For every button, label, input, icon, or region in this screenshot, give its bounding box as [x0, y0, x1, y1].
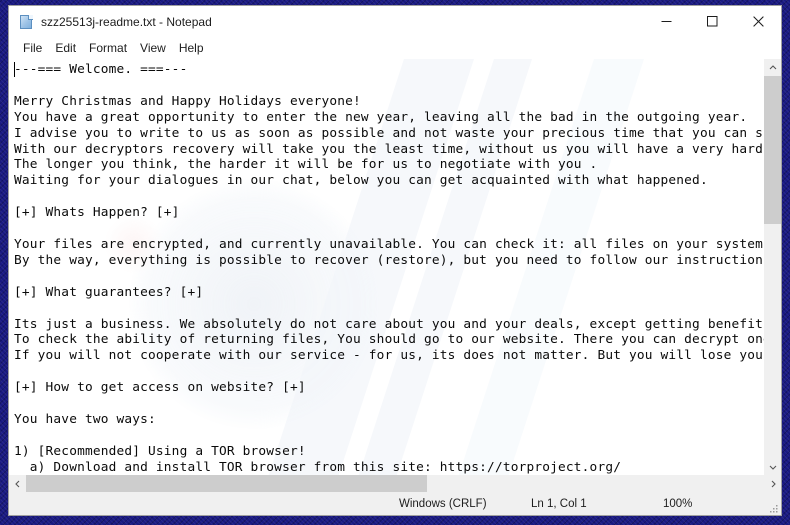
scroll-left-button[interactable]	[9, 475, 26, 492]
close-button[interactable]	[735, 6, 781, 37]
chevron-up-icon	[769, 64, 776, 69]
menu-item-format[interactable]: Format	[83, 39, 134, 57]
maximize-icon	[706, 16, 717, 27]
menu-item-edit[interactable]: Edit	[49, 39, 83, 57]
status-cursor-position: Ln 1, Col 1	[531, 497, 587, 510]
notepad-window: szz25513j-readme.txt - Notepad File Edit…	[8, 5, 782, 516]
text-editor[interactable]: ---=== Welcome. ===--- Merry Christmas a…	[9, 59, 764, 475]
ransom-note-text: ---=== Welcome. ===--- Merry Christmas a…	[14, 62, 764, 475]
chevron-right-icon	[771, 480, 776, 487]
menu-item-file[interactable]: File	[17, 39, 49, 57]
resize-grip-icon[interactable]	[767, 502, 779, 514]
chevron-left-icon	[14, 480, 19, 487]
scroll-up-button[interactable]	[764, 59, 781, 76]
scroll-right-button[interactable]	[764, 475, 781, 492]
title-bar-left: szz25513j-readme.txt - Notepad	[9, 14, 643, 30]
status-bar: Windows (CRLF) Ln 1, Col 1 100%	[9, 492, 781, 515]
menu-item-view[interactable]: View	[134, 39, 173, 57]
window-controls	[643, 6, 781, 37]
vertical-scrollbar[interactable]	[764, 59, 781, 475]
window-title: szz25513j-readme.txt - Notepad	[41, 14, 212, 29]
horizontal-scrollbar[interactable]	[9, 475, 781, 492]
horizontal-scroll-thumb[interactable]	[26, 475, 427, 492]
scroll-down-button[interactable]	[764, 458, 781, 475]
maximize-button[interactable]	[689, 6, 735, 37]
editor-area: ---=== Welcome. ===--- Merry Christmas a…	[9, 59, 781, 475]
vertical-scroll-thumb[interactable]	[764, 76, 781, 224]
title-bar: szz25513j-readme.txt - Notepad	[9, 6, 781, 37]
minimize-icon	[661, 21, 671, 22]
status-line-ending: Windows (CRLF)	[399, 497, 487, 510]
close-icon	[752, 16, 764, 27]
status-zoom-level: 100%	[663, 497, 693, 510]
menu-item-help[interactable]: Help	[173, 39, 211, 57]
chevron-down-icon	[769, 465, 776, 470]
minimize-button[interactable]	[643, 6, 689, 37]
notepad-document-icon	[18, 14, 34, 30]
menu-bar: File Edit Format View Help	[9, 37, 781, 59]
